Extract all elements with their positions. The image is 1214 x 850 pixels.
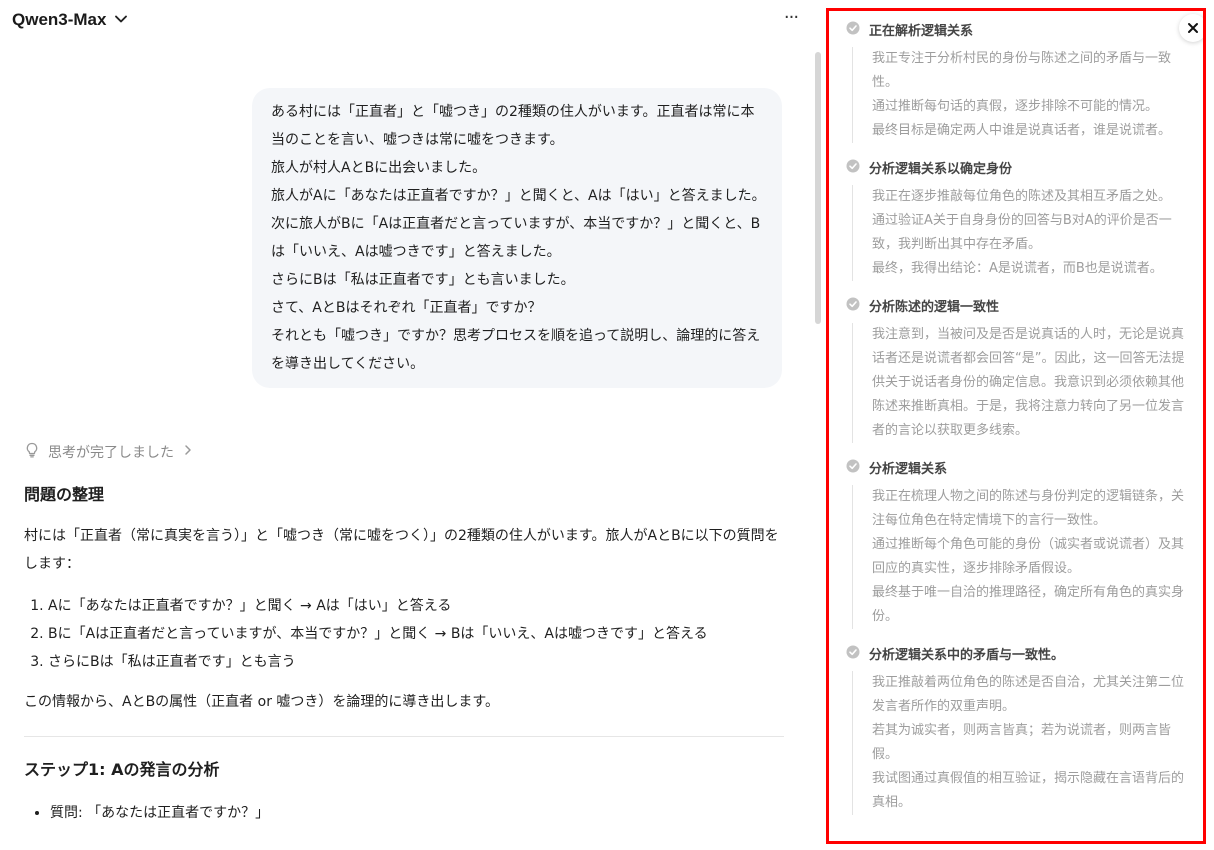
thinking-step: 分析逻辑关系中的矛盾与一致性。 我正推敲着两位角色的陈述是否自洽，尤其关注第二位… [846,641,1196,815]
user-message-line: 次に旅人がBに「Aは正直者だと言っていますが、本当ですか？」と聞くと、Bは「いい… [271,216,761,260]
model-selector[interactable]: Qwen3-Max [12,10,128,30]
answer-bullet-list: 質問: 「あなたは正直者ですか？」 [24,799,784,827]
thinking-step-title: 分析逻辑关系中的矛盾与一致性。 [869,647,1065,663]
user-message-line: ある村には「正直者」と「嘘つき」の2種類の住人がいます。正直者は常に本当のことを… [271,104,755,148]
thinking-step-line: 通过验证A关于自身身份的回答与B对A的评价是否一致，我判断出其中存在矛盾。 [872,213,1172,252]
thinking-status-text: 思考が完了しました [48,445,174,461]
answer-heading: ステップ1: Aの発言の分析 [24,760,220,779]
divider [24,736,784,737]
thinking-step-header: 分析逻辑关系 [846,455,1196,479]
thinking-step-body: 我正专注于分析村民的身份与陈述之间的矛盾与一致性。 通过推断每句话的真假，逐步排… [852,47,1196,143]
check-circle-icon [846,296,860,315]
thinking-panel: 正在解析逻辑关系 我正专注于分析村民的身份与陈述之间的矛盾与一致性。 通过推断每… [826,8,1206,844]
thinking-step-body: 我正推敲着两位角色的陈述是否自洽，尤其关注第二位发言者所作的双重声明。 若其为诚… [852,671,1196,815]
thinking-step: 分析逻辑关系以确定身份 我正在逐步推敲每位角色的陈述及其相互矛盾之处。 通过验证… [846,155,1196,281]
list-item: さらにBは「私は正直者です」とも言う [48,648,784,676]
thinking-step-line: 我注意到，当被问及是否是说真话的人时，无论是说真话者还是说谎者都会回答“是”。因… [872,327,1185,438]
thinking-step-line: 我正推敲着两位角色的陈述是否自洽，尤其关注第二位发言者所作的双重声明。 [872,675,1185,714]
thinking-step-header: 分析逻辑关系以确定身份 [846,155,1196,179]
thinking-step-line: 我正在逐步推敲每位角色的陈述及其相互矛盾之处。 [872,189,1172,204]
thinking-toggle[interactable]: 思考が完了しました [24,442,194,462]
answer-paragraph: この情報から、AとBの属性（正直者 or 嘘つき）を論理的に導き出します。 [24,694,500,710]
check-circle-icon [846,158,860,177]
answer-numbered-list: Aに「あなたは正直者ですか？」と聞く → Aは「はい」と答える Bに「Aは正直者… [24,592,784,676]
thinking-step-title: 分析逻辑关系以确定身份 [869,161,1013,177]
thinking-step-line: 最终基于唯一自洽的推理路径，确定所有角色的真实身份。 [872,585,1185,624]
thinking-step-line: 最终，我得出结论：A是说谎者，而B也是说谎者。 [872,261,1163,276]
list-item: 質問: 「あなたは正直者ですか？」 [50,799,784,827]
chevron-right-icon [182,444,194,460]
chat-scrollbar-thumb[interactable] [815,52,821,324]
user-message-line: さて、AとBはそれぞれ「正直者」ですか？ [271,300,542,316]
list-item: Bに「Aは正直者だと言っていますが、本当ですか？」と聞く → Bは「いいえ、Aは… [48,620,784,648]
user-message-line: 旅人が村人AとBに出会いました。 [271,160,487,176]
chat-scrollbar[interactable] [814,40,822,850]
thinking-step: 分析逻辑关系 我正在梳理人物之间的陈述与身份判定的逻辑链条，关注每位角色在特定情… [846,455,1196,629]
thinking-step-body: 我正在梳理人物之间的陈述与身份判定的逻辑链条，关注每位角色在特定情境下的言行一致… [852,485,1196,629]
check-circle-icon [846,644,860,663]
thinking-step: 正在解析逻辑关系 我正专注于分析村民的身份与陈述之间的矛盾与一致性。 通过推断每… [846,17,1196,143]
thinking-step-body: 我正在逐步推敲每位角色的陈述及其相互矛盾之处。 通过验证A关于自身身份的回答与B… [852,185,1196,281]
thinking-step-line: 最终目标是确定两人中谁是说真话者，谁是说谎者。 [872,123,1172,138]
thinking-step-title: 正在解析逻辑关系 [869,23,974,39]
thinking-step-header: 分析逻辑关系中的矛盾与一致性。 [846,641,1196,665]
thinking-step-line: 通过推断每个角色可能的身份（诚实者或说谎者）及其回应的真实性，逐步排除矛盾假设。 [872,537,1185,576]
more-options-button[interactable]: ··· [778,8,804,32]
thinking-step-line: 通过推断每句话的真假，逐步排除不可能的情况。 [872,99,1159,114]
model-name: Qwen3-Max [12,10,107,29]
answer-heading: 問題の整理 [24,485,105,504]
list-item: Aに「あなたは正直者ですか？」と聞く → Aは「はい」と答える [48,592,784,620]
thinking-step-line: 我正在梳理人物之间的陈述与身份判定的逻辑链条，关注每位角色在特定情境下的言行一致… [872,489,1185,528]
user-message-line: 旅人がAに「あなたは正直者ですか？」と聞くと、Aは「はい」と答えました。 [271,188,766,204]
thinking-step-header: 分析陈述的逻辑一致性 [846,293,1196,317]
user-message-bubble: ある村には「正直者」と「嘘つき」の2種類の住人がいます。正直者は常に本当のことを… [252,88,782,388]
thinking-step-title: 分析陈述的逻辑一致性 [869,299,1000,315]
answer-paragraph: 村には「正直者（常に真実を言う）」と「嘘つき（常に嘘をつく）」の2種類の住人がい… [24,528,779,572]
thinking-steps: 正在解析逻辑关系 我正专注于分析村民的身份与陈述之间的矛盾与一致性。 通过推断每… [846,17,1196,827]
thinking-step-body: 我注意到，当被问及是否是说真话的人时，无论是说真话者还是说谎者都会回答“是”。因… [852,323,1196,443]
check-circle-icon [846,458,860,477]
thinking-step-title: 分析逻辑关系 [869,461,948,477]
thinking-step: 分析陈述的逻辑一致性 我注意到，当被问及是否是说真话的人时，无论是说真话者还是说… [846,293,1196,443]
assistant-answer: 問題の整理 村には「正直者（常に真実を言う）」と「嘘つき（常に嘘をつく）」の2種… [24,480,784,827]
thinking-step-line: 我正专注于分析村民的身份与陈述之间的矛盾与一致性。 [872,51,1172,90]
lightbulb-icon [24,442,40,462]
check-circle-icon [846,20,860,39]
thinking-step-header: 正在解析逻辑关系 [846,17,1196,41]
user-message-line: さらにBは「私は正直者です」とも言いました。 [271,272,575,288]
chevron-down-icon [114,11,128,30]
user-message-line: それとも「嘘つき」ですか？思考プロセスを順を追って説明し、論理的に答えを導き出し… [271,328,761,372]
thinking-step-line: 我试图通过真假值的相互验证，揭示隐藏在言语背后的真相。 [872,771,1185,810]
thinking-step-line: 若其为诚实者，则两言皆真；若为说谎者，则两言皆假。 [872,723,1172,762]
